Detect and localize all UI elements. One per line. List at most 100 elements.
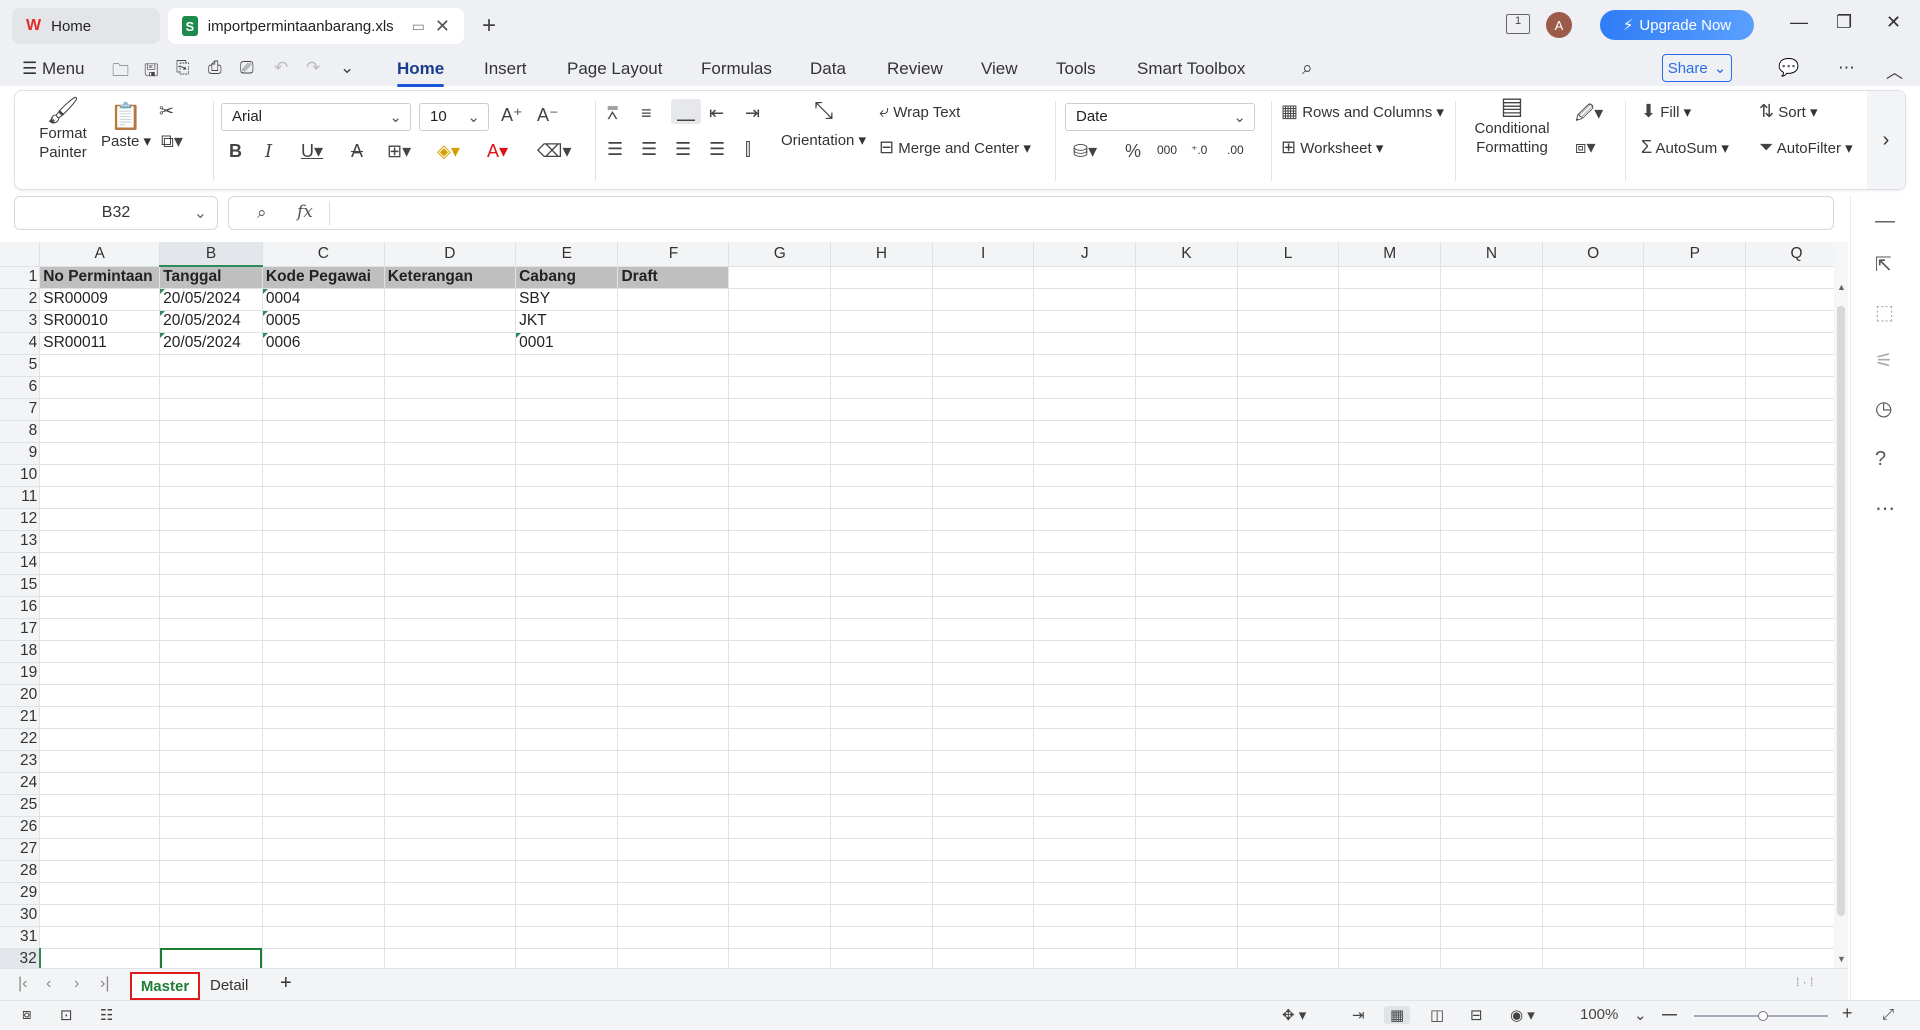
cell[interactable] [932,794,1035,817]
cell[interactable] [830,948,933,968]
cell[interactable] [1237,860,1340,883]
cell[interactable] [830,596,933,619]
cell[interactable] [617,772,730,795]
cell[interactable] [1440,574,1543,597]
cell[interactable] [515,750,619,773]
cell[interactable] [617,860,730,883]
minimize-panel-icon[interactable]: — [1875,210,1895,233]
column-header-b[interactable]: B [159,242,263,267]
cell[interactable] [262,706,385,729]
cell[interactable] [159,684,263,707]
cell[interactable] [1338,618,1442,641]
cell[interactable] [1135,640,1238,663]
cell[interactable] [1237,464,1340,487]
cell[interactable] [830,794,933,817]
cell[interactable] [830,904,933,927]
format-icon[interactable]: ⎘ [176,58,190,78]
cell[interactable]: Draft [617,266,730,289]
merge-center-button[interactable]: ⊟ Merge and Center ▾ [879,137,1031,158]
justify-icon[interactable]: ☰ [709,139,725,160]
avatar[interactable]: A [1546,12,1572,38]
zoom-chevron-icon[interactable]: ⌄ [1634,1006,1647,1024]
tab-document[interactable]: S importpermintaanbarang.xls ▭ ✕ [168,8,464,44]
cell[interactable] [932,442,1035,465]
cell[interactable] [1440,838,1543,861]
cell[interactable] [1745,706,1848,729]
chevron-down-icon[interactable]: ⌄ [194,203,207,223]
cell[interactable] [830,882,933,905]
formula-bar[interactable]: ⌕ fx [228,196,1834,230]
cell[interactable] [617,948,730,968]
cell[interactable] [728,552,832,575]
orientation-button[interactable]: ⤡ Orientation ▾ [781,97,866,149]
increase-font-icon[interactable]: A⁺ [501,105,523,126]
record-icon[interactable]: ⊡ [60,1006,73,1024]
open-folder-icon[interactable]: 🗀 [112,58,129,87]
cell[interactable] [1135,904,1238,927]
row-header[interactable]: 28 [0,860,41,883]
cell[interactable] [728,684,832,707]
cell[interactable] [830,310,933,333]
cell[interactable] [728,640,832,663]
row-header[interactable]: 3 [0,310,41,333]
cell[interactable] [1440,376,1543,399]
clear-icon[interactable]: ⌫▾ [537,141,572,162]
cell[interactable] [262,948,385,968]
cell[interactable] [384,904,517,927]
cell[interactable] [1745,618,1848,641]
row-header[interactable]: 5 [0,354,41,377]
cell[interactable] [932,354,1035,377]
fullscreen-icon[interactable]: ⤢ [1882,1006,1894,1023]
fill-color-icon[interactable]: ◈▾ [437,141,460,162]
cell[interactable] [262,398,385,421]
cell[interactable] [262,860,385,883]
help-icon[interactable]: ? [1875,448,1886,471]
cell[interactable] [1237,266,1340,289]
cell[interactable] [932,640,1035,663]
wrap-text-button[interactable]: ⤶ Wrap Text [879,101,960,122]
cell[interactable] [1033,398,1137,421]
cell[interactable] [515,838,619,861]
row-header[interactable]: 14 [0,552,41,575]
cell[interactable] [1745,816,1848,839]
cell[interactable]: 0004 [262,288,385,311]
cell[interactable] [1440,266,1543,289]
cell[interactable] [1643,618,1747,641]
ribbon-tab-home[interactable]: Home [397,59,445,87]
cell[interactable] [515,728,619,751]
cell[interactable] [384,728,517,751]
cell[interactable] [1440,728,1543,751]
cell[interactable] [1237,376,1340,399]
cell[interactable] [1338,904,1442,927]
cell[interactable] [1542,552,1645,575]
cell[interactable] [1440,618,1543,641]
decrease-font-icon[interactable]: A⁻ [537,105,559,126]
shape-icon[interactable]: ⬚ [1875,300,1894,325]
cell[interactable] [1338,948,1442,968]
cell[interactable] [515,640,619,663]
cell[interactable] [1643,420,1747,443]
cell[interactable] [1440,464,1543,487]
spreadsheet-grid[interactable]: ABCDEFGHIJKLMNOPQ 1 No Permintaan Tanggal K… [0,242,1848,968]
cell[interactable] [1440,354,1543,377]
cell[interactable] [1440,948,1543,968]
cell[interactable] [515,530,619,553]
zoom-in-icon[interactable]: + [1842,1003,1853,1024]
cell[interactable] [1135,288,1238,311]
cell[interactable] [932,574,1035,597]
cell[interactable] [1643,398,1747,421]
ribbon-tab-page-layout[interactable]: Page Layout [567,59,662,79]
cell[interactable] [830,684,933,707]
cell[interactable] [1338,882,1442,905]
cell[interactable] [515,574,619,597]
cell[interactable] [932,838,1035,861]
cell[interactable] [159,904,263,927]
cell[interactable] [1237,948,1340,968]
row-header[interactable]: 6 [0,376,41,399]
column-header-o[interactable]: O [1542,242,1645,267]
more-quick-access-icon[interactable]: ⌄ [340,58,354,78]
cell[interactable] [1033,486,1137,509]
cell[interactable] [1033,728,1137,751]
cell[interactable] [1135,860,1238,883]
zoom-formula-icon[interactable]: ⌕ [257,203,267,223]
